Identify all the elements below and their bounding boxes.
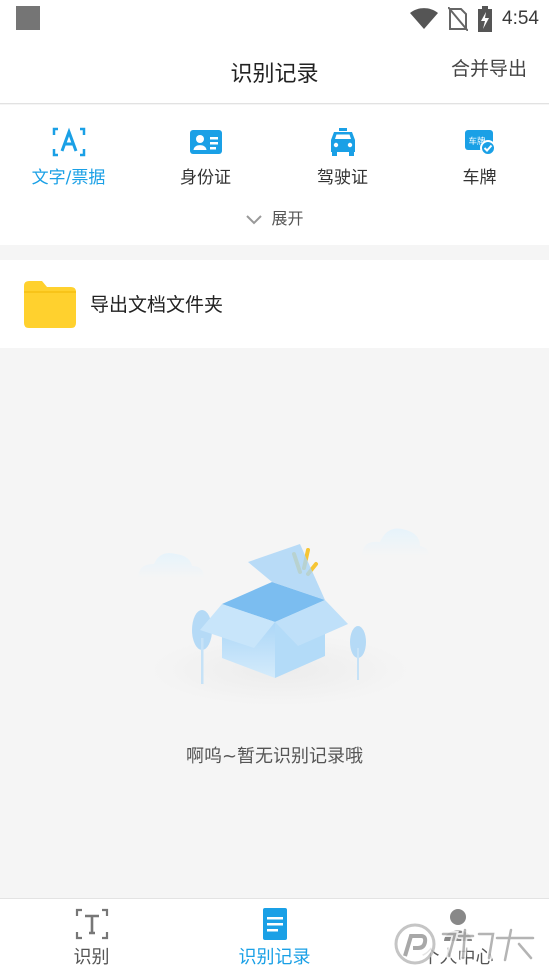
document-icon <box>262 908 287 940</box>
status-time: 4:54 <box>502 8 539 29</box>
category-driver-license[interactable]: 驾驶证 <box>274 127 411 188</box>
text-scan-icon <box>52 127 85 157</box>
tab-records[interactable]: 识别记录 <box>183 907 366 969</box>
status-bar: 4:54 <box>0 0 549 38</box>
wifi-icon <box>410 8 439 29</box>
tab-label: 识别 <box>73 947 110 968</box>
expand-label: 展开 <box>271 209 304 228</box>
scan-text-icon <box>75 908 108 940</box>
watermark-logo <box>394 923 536 965</box>
expand-button[interactable]: 展开 <box>0 205 549 229</box>
car-icon <box>330 128 355 156</box>
folder-icon <box>24 281 76 328</box>
header: 识别记录 合并导出 <box>0 38 549 104</box>
category-label: 文字/票据 <box>31 168 106 188</box>
category-bar: 文字/票据 身份证 驾驶证 车牌 车牌 展开 <box>0 105 549 245</box>
category-label: 驾驶证 <box>317 168 368 188</box>
category-id-card[interactable]: 身份证 <box>137 127 274 188</box>
status-icons: 4:54 <box>410 5 539 33</box>
export-folder-row[interactable]: 导出文档文件夹 <box>0 260 549 348</box>
no-sim-icon <box>448 7 469 31</box>
folder-label: 导出文档文件夹 <box>90 294 224 316</box>
merge-export-button[interactable]: 合并导出 <box>451 54 527 81</box>
tab-label: 识别记录 <box>238 947 311 968</box>
empty-message: 啊呜~暂无识别记录哦 <box>185 746 364 767</box>
category-text-receipt[interactable]: 文字/票据 <box>0 127 137 188</box>
id-card-icon <box>189 130 222 154</box>
notification-icon <box>16 6 40 30</box>
chevron-down-icon <box>246 214 263 224</box>
license-plate-icon: 车牌 <box>464 130 496 156</box>
category-label: 身份证 <box>180 168 231 188</box>
tab-recognize[interactable]: 识别 <box>0 907 183 969</box>
empty-box-illustration <box>138 528 429 706</box>
category-license-plate[interactable]: 车牌 车牌 <box>411 127 548 188</box>
battery-charging-icon <box>478 6 493 32</box>
category-label: 车牌 <box>462 168 497 188</box>
